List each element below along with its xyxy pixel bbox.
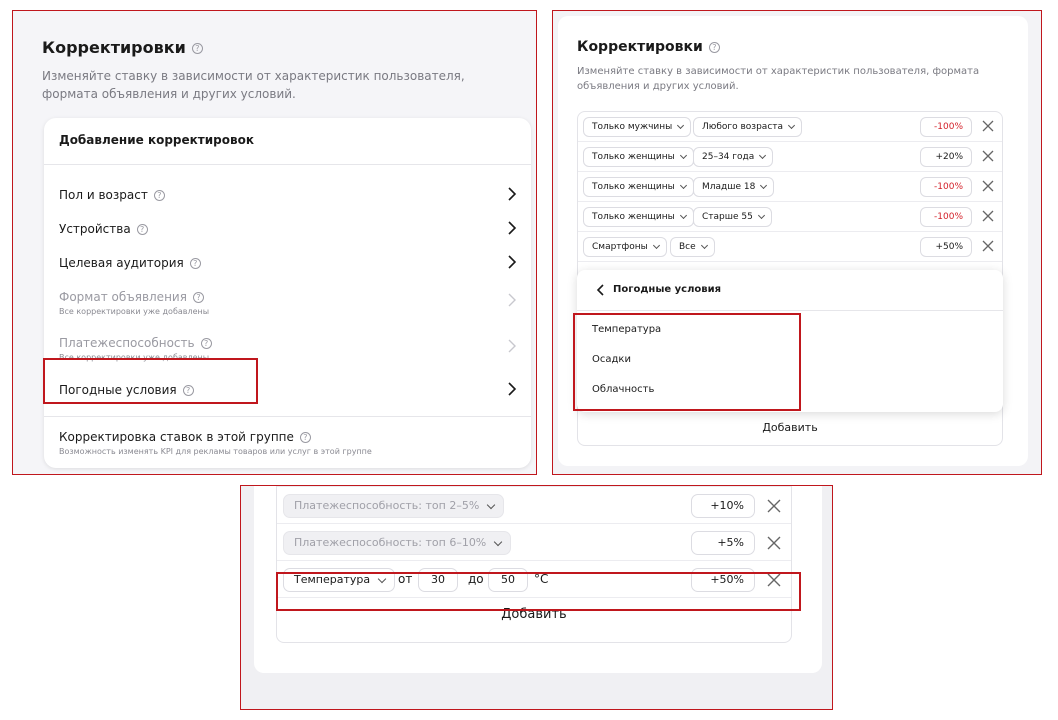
help-icon[interactable] (153, 190, 165, 201)
gender-select[interactable]: Только женщины (583, 207, 694, 227)
help-icon[interactable] (200, 338, 212, 349)
adjustments-panel-menu: Корректировки Изменяйте ставку в зависим… (12, 10, 537, 475)
percent-input[interactable]: +50% (920, 237, 972, 257)
group-adjustment-item[interactable]: Корректировка ставок в этой группе Возмо… (59, 430, 519, 456)
help-icon[interactable] (192, 292, 204, 303)
add-button[interactable]: Добавить (577, 415, 1003, 446)
group-adjustment-note: Возможность изменять KPI для рекламы тов… (59, 447, 372, 456)
chevron-left-icon[interactable] (595, 284, 607, 296)
gender-select[interactable]: Только женщины (583, 177, 694, 197)
age-select[interactable]: Младше 18 (693, 177, 775, 197)
adjustments-panel-temperature: Платежеспособность: топ 2–5% +10% Платеж… (240, 485, 833, 710)
help-icon[interactable] (189, 258, 201, 269)
add-adjustments-card: Добавление корректировок Пол и возраст У… (44, 118, 531, 468)
page-description: Изменяйте ставку в зависимости от характ… (577, 66, 980, 92)
close-icon[interactable] (982, 210, 994, 222)
highlight-box (573, 313, 801, 411)
percent-input[interactable]: -100% (920, 117, 972, 137)
device-select[interactable]: Смартфоны (583, 237, 667, 257)
divider (44, 416, 531, 417)
help-icon[interactable] (299, 432, 311, 443)
table-row: Только женщины Младше 18 -100% (578, 172, 1002, 202)
close-icon[interactable] (982, 240, 994, 252)
page-title: Корректировки (577, 39, 720, 55)
table-row: Только женщины Старше 55 -100% (578, 202, 1002, 232)
close-icon[interactable] (982, 180, 994, 192)
percent-input[interactable]: +5% (691, 531, 755, 555)
menu-item-ad-format: Формат объявления Все корректировки уже … (59, 290, 519, 316)
percent-input[interactable]: -100% (920, 177, 972, 197)
highlight-box (43, 358, 258, 404)
chevron-right-icon (508, 382, 517, 396)
help-icon[interactable] (191, 43, 203, 54)
chevron-right-icon (508, 339, 516, 353)
table-row: Платежеспособность: топ 2–5% +10% (277, 487, 791, 524)
menu-item-devices[interactable]: Устройства (59, 221, 519, 236)
table-row: Только женщины 25–34 года +20% (578, 142, 1002, 172)
table-row: Смартфоны Все +50% (578, 232, 1002, 262)
menu-item-gender-age[interactable]: Пол и возраст (59, 187, 519, 202)
chevron-right-icon (508, 221, 517, 235)
close-icon[interactable] (767, 536, 781, 550)
solvency-select: Платежеспособность: топ 2–5% (283, 494, 505, 518)
close-icon[interactable] (767, 499, 781, 513)
age-select[interactable]: 25–34 года (693, 147, 774, 167)
percent-input[interactable]: +10% (691, 494, 755, 518)
dropdown-header[interactable]: Погодные условия (577, 270, 1003, 311)
percent-input[interactable]: -100% (920, 207, 972, 227)
menu-item-note: Все корректировки уже добавлены (59, 307, 210, 316)
adjustments-table: Платежеспособность: топ 2–5% +10% Платеж… (276, 486, 792, 643)
solvency-select: Платежеспособность: топ 6–10% (283, 531, 512, 555)
highlight-box (276, 572, 801, 611)
page-title: Корректировки (42, 38, 203, 57)
gender-select[interactable]: Только мужчины (583, 117, 692, 137)
close-icon[interactable] (982, 120, 994, 132)
adjustments-panel-weather-dropdown: Корректировки Изменяйте ставку в зависим… (552, 10, 1042, 475)
page-description: Изменяйте ставку в зависимости от характ… (42, 69, 465, 101)
help-icon[interactable] (136, 224, 148, 235)
percent-input[interactable]: +20% (920, 147, 972, 167)
menu-item-target-audience[interactable]: Целевая аудитория (59, 255, 519, 270)
chevron-right-icon (508, 187, 517, 201)
table-row: Только мужчины Любого возраста -100% (578, 112, 1002, 142)
gender-select[interactable]: Только женщины (583, 147, 694, 167)
os-select[interactable]: Все (670, 237, 715, 257)
table-row: Платежеспособность: топ 6–10% +5% (277, 524, 791, 561)
age-select[interactable]: Старше 55 (693, 207, 772, 227)
chevron-right-icon (508, 293, 516, 307)
chevron-right-icon (508, 255, 517, 269)
help-icon[interactable] (708, 41, 720, 53)
card-title: Добавление корректировок (44, 118, 531, 165)
age-select[interactable]: Любого возраста (693, 117, 803, 137)
close-icon[interactable] (982, 150, 994, 162)
